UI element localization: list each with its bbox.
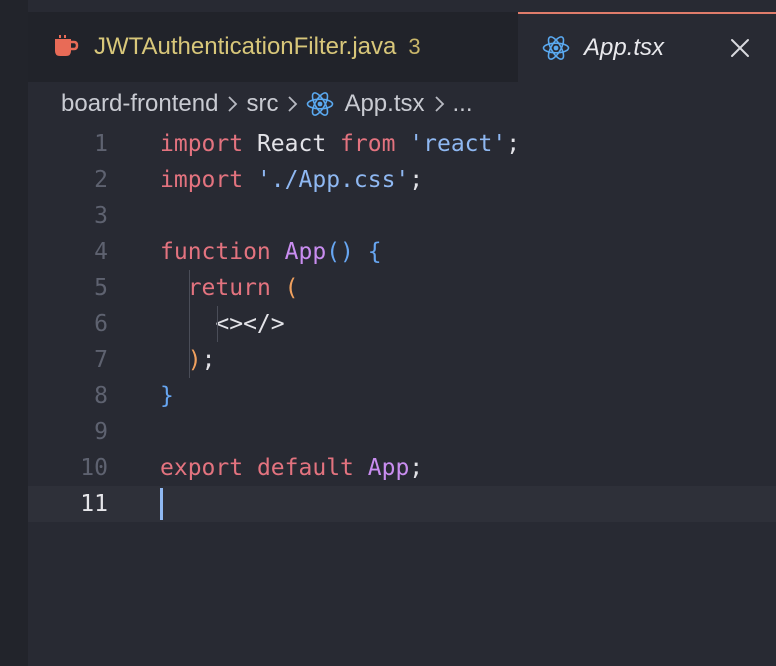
line-number: 1: [94, 131, 108, 157]
keyword: export: [160, 455, 244, 481]
problems-count-badge: 3: [408, 34, 421, 59]
line-number: 9: [94, 419, 108, 445]
parentheses: (): [326, 239, 354, 265]
indent-guide: [189, 270, 190, 378]
code-content: );: [160, 347, 216, 373]
code-content: [160, 488, 163, 520]
code-content: import React from 'react';: [160, 131, 520, 157]
code-line[interactable]: 7 );: [28, 342, 776, 378]
close-icon[interactable]: [728, 36, 752, 60]
keyword: default: [256, 455, 354, 481]
code-line[interactable]: 2 import './App.css';: [28, 162, 776, 198]
line-number: 4: [94, 239, 108, 265]
semicolon: ;: [201, 347, 216, 373]
react-icon: [306, 90, 334, 118]
breadcrumb: board-frontend src App.tsx ...: [61, 86, 473, 122]
code-editor[interactable]: 1 import React from 'react'; 2 import '.…: [28, 126, 776, 522]
code-content: <></>: [160, 311, 285, 337]
line-number: 5: [94, 275, 108, 301]
chevron-right-icon: [286, 95, 298, 113]
chevron-right-icon: [226, 95, 238, 113]
line-number: 6: [94, 311, 108, 337]
code-content: function App() {: [160, 239, 382, 265]
string-literal: './App.css': [256, 167, 410, 193]
code-content: return (: [160, 275, 299, 301]
tab-bar: JWTAuthenticationFilter.java 3 App.tsx: [28, 12, 776, 82]
code-line[interactable]: 4 function App() {: [28, 234, 776, 270]
keyword: import: [160, 131, 244, 157]
java-cup-icon: [52, 33, 80, 61]
chevron-right-icon: [433, 95, 445, 113]
code-line[interactable]: 1 import React from 'react';: [28, 126, 776, 162]
close-brace: }: [160, 383, 174, 409]
activity-bar-edge: [0, 0, 28, 666]
tab-label: JWTAuthenticationFilter.java: [94, 33, 397, 60]
tab-jwt-authentication-filter[interactable]: JWTAuthenticationFilter.java 3: [28, 12, 518, 82]
line-number: 11: [80, 491, 108, 517]
breadcrumb-item-app-tsx[interactable]: App.tsx: [344, 90, 424, 118]
indent-guide: [217, 306, 218, 342]
breadcrumb-item-src[interactable]: src: [246, 90, 278, 118]
identifier: React: [243, 131, 341, 157]
keyword: return: [187, 275, 271, 301]
line-number: 7: [94, 347, 108, 373]
function-name: App: [367, 455, 410, 481]
line-number: 10: [80, 455, 108, 481]
line-number: 2: [94, 167, 108, 193]
text-cursor: [160, 488, 163, 520]
breadcrumb-item-board-frontend[interactable]: board-frontend: [61, 90, 218, 118]
semicolon: ;: [506, 131, 521, 157]
keyword: from: [340, 131, 396, 157]
code-content: }: [160, 383, 174, 409]
line-number: 8: [94, 383, 108, 409]
line-number: 3: [94, 203, 108, 229]
tab-app-tsx[interactable]: App.tsx: [518, 12, 776, 82]
open-paren: (: [284, 275, 299, 301]
string-literal: 'react': [409, 131, 507, 157]
function-name: App: [284, 239, 327, 265]
code-line[interactable]: 8 }: [28, 378, 776, 414]
semicolon: ;: [409, 455, 424, 481]
code-line-current[interactable]: 11: [28, 486, 776, 522]
jsx-fragment: <></>: [215, 311, 285, 337]
semicolon: ;: [409, 167, 424, 193]
code-line[interactable]: 6 <></>: [28, 306, 776, 342]
code-line[interactable]: 3: [28, 198, 776, 234]
keyword: function: [160, 239, 271, 265]
open-brace: {: [367, 239, 382, 265]
code-content: import './App.css';: [160, 167, 423, 193]
code-line[interactable]: 5 return (: [28, 270, 776, 306]
keyword: import: [160, 167, 244, 193]
tab-label: App.tsx: [584, 34, 665, 61]
react-icon: [542, 34, 570, 62]
code-content: export default App;: [160, 455, 423, 481]
code-line[interactable]: 10 export default App;: [28, 450, 776, 486]
breadcrumb-item-symbols[interactable]: ...: [453, 90, 473, 118]
code-line[interactable]: 9: [28, 414, 776, 450]
